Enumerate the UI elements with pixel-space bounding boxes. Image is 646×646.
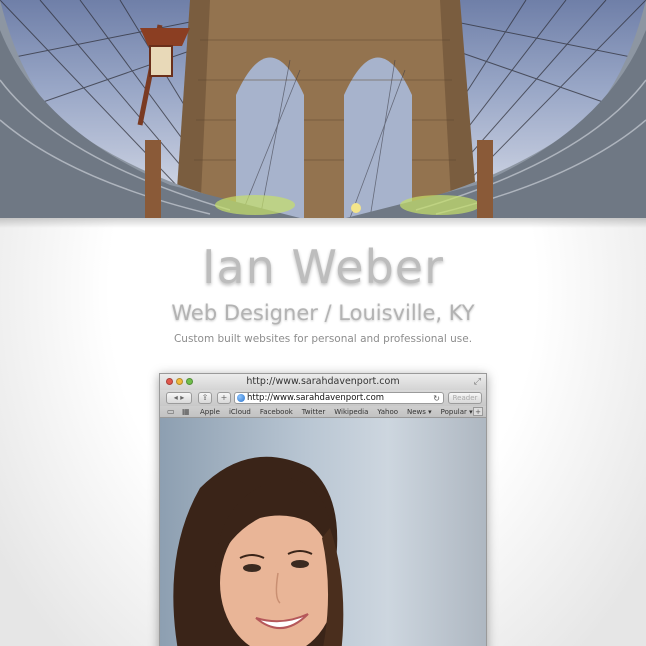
bookmark-twitter[interactable]: Twitter <box>302 406 325 418</box>
site-owner-name: Ian Weber <box>201 240 445 294</box>
bookmark-facebook[interactable]: Facebook <box>260 406 293 418</box>
bookmarks-bar: ▭ ▦ Apple iCloud Facebook Twitter Wikipe… <box>160 406 486 418</box>
plus-icon[interactable]: + <box>473 407 483 416</box>
browser-titlebar: http://www.sarahdavenport.com ⤢ <box>160 374 486 390</box>
back-forward-icon[interactable]: ◂ ▸ <box>166 392 192 404</box>
bookmark-news[interactable]: News ▾ <box>407 406 432 418</box>
address-bar-url: http://www.sarahdavenport.com <box>247 393 385 403</box>
book-icon[interactable]: ▭ <box>167 407 175 417</box>
browser-viewport <box>160 418 486 646</box>
bookmark-icloud[interactable]: iCloud <box>229 406 251 418</box>
bridge-illustration <box>0 0 646 218</box>
globe-icon <box>237 394 245 402</box>
browser-window-mockup: http://www.sarahdavenport.com ⤢ ◂ ▸ ⇪ + … <box>159 373 487 646</box>
reader-button[interactable]: Reader <box>448 392 482 404</box>
bookmark-popular[interactable]: Popular ▾ <box>441 406 473 418</box>
bookmark-wikipedia[interactable]: Wikipedia <box>334 406 368 418</box>
reload-icon[interactable]: ↻ <box>433 393 440 404</box>
job-title: Web Designer / Louisville, KY <box>171 301 475 325</box>
resize-icon[interactable]: ⤢ <box>474 377 481 387</box>
address-bar[interactable]: http://www.sarahdavenport.com ↻ <box>234 392 444 404</box>
bookmarks-list: Apple iCloud Facebook Twitter Wikipedia … <box>200 406 473 418</box>
bookmark-apple[interactable]: Apple <box>200 406 220 418</box>
window-title: http://www.sarahdavenport.com <box>246 376 400 387</box>
share-icon[interactable]: ⇪ <box>198 392 212 404</box>
add-icon[interactable]: + <box>217 392 231 404</box>
portrait-photo <box>173 456 344 646</box>
hero-bridge-photo <box>0 0 646 218</box>
grid-icon[interactable]: ▦ <box>182 407 190 417</box>
hero-shadow <box>0 218 646 228</box>
bookmark-yahoo[interactable]: Yahoo <box>377 406 398 418</box>
tagline: Custom built websites for personal and p… <box>173 333 473 345</box>
browser-toolbar: ◂ ▸ ⇪ + http://www.sarahdavenport.com ↻ … <box>160 390 486 406</box>
